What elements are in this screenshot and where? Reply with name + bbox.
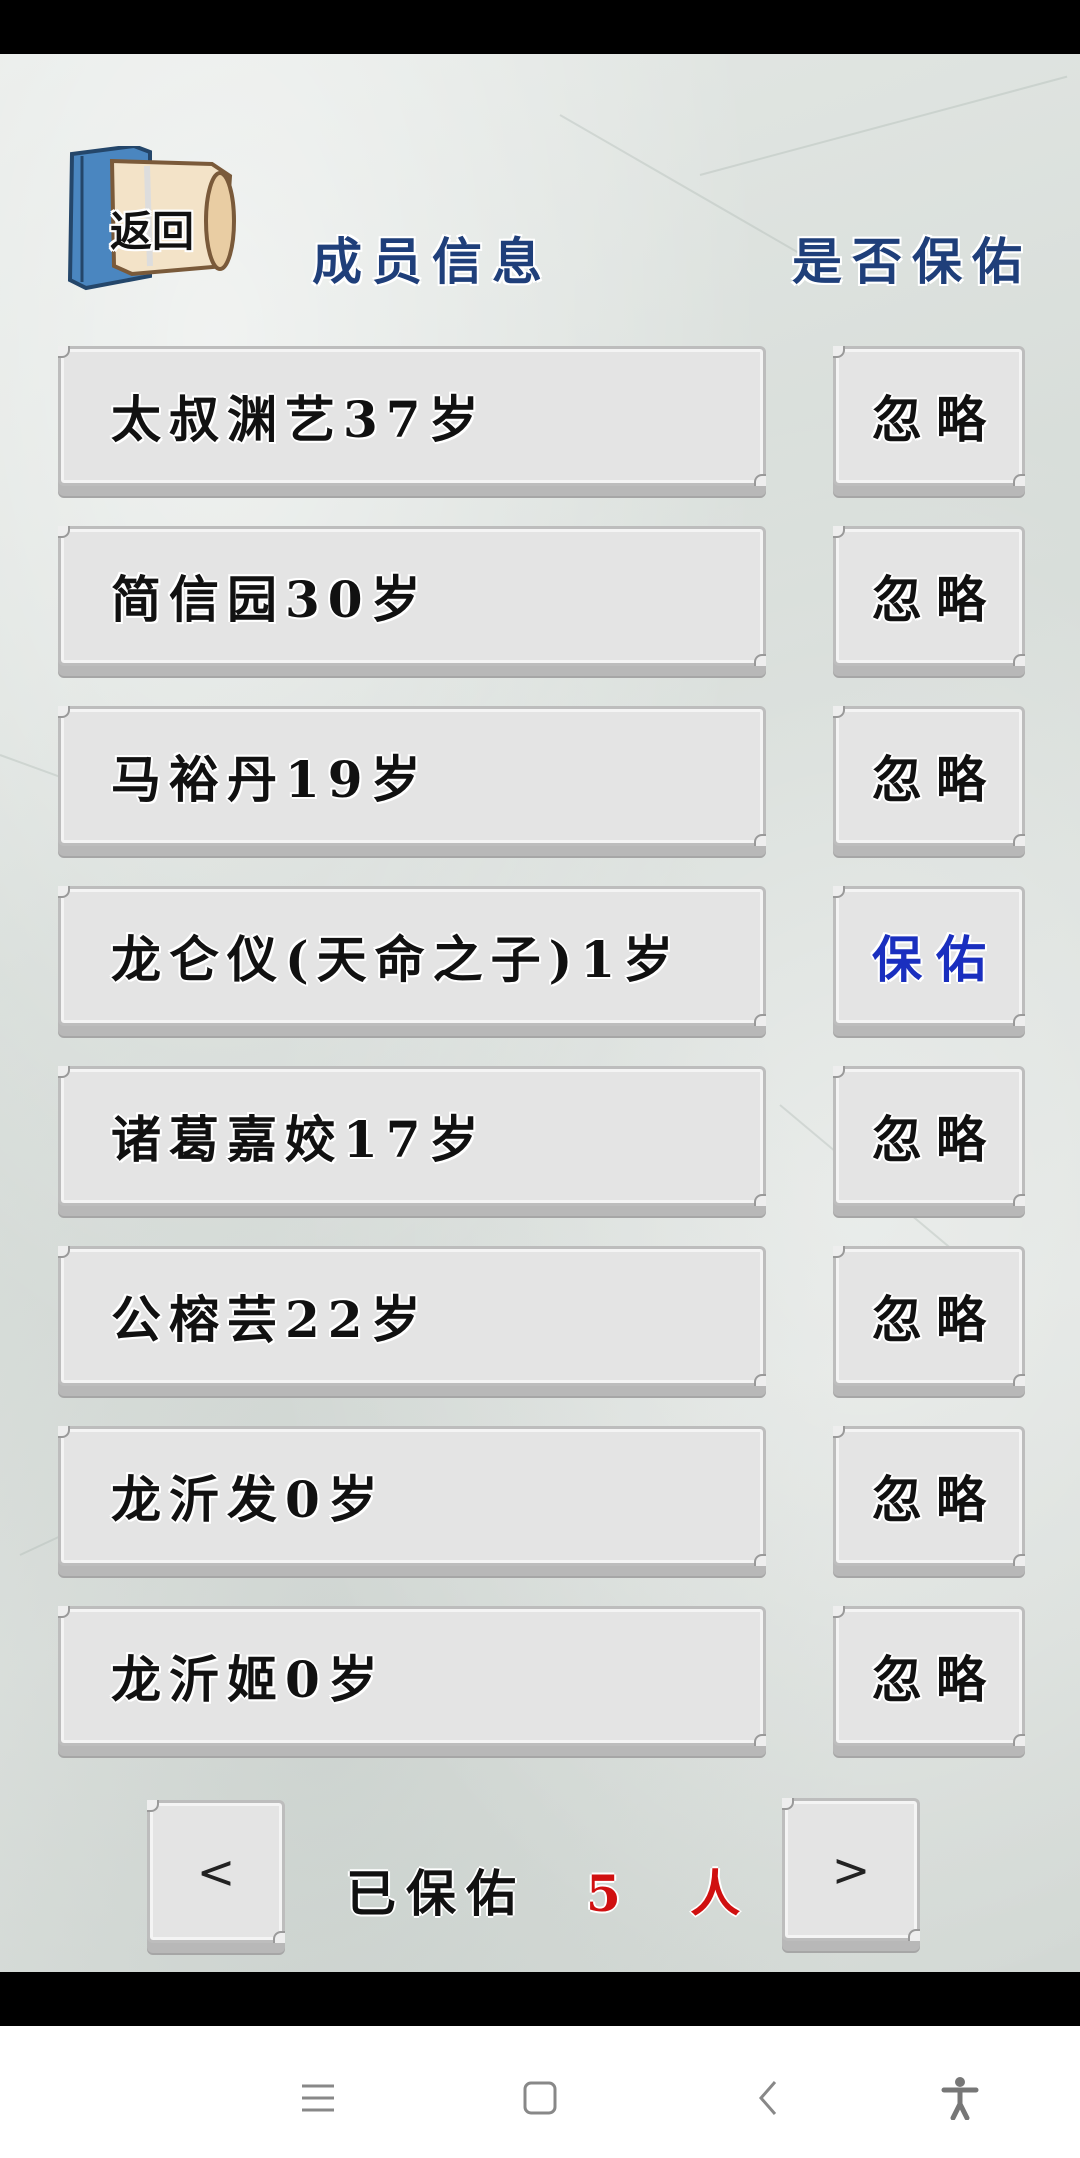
- ignore-button[interactable]: 忽略: [833, 346, 1025, 486]
- member-row[interactable]: 公榕芸22岁: [58, 1246, 766, 1386]
- member-row[interactable]: 龙沂姬0岁: [58, 1606, 766, 1746]
- member-name: 马裕丹19岁: [111, 750, 429, 809]
- member-row[interactable]: 诸葛嘉姣17岁: [58, 1066, 766, 1206]
- member-name: 公榕芸22岁: [111, 1290, 429, 1349]
- game-screen: 返回 成员信息 是否保佑 太叔渊艺37岁 忽略 简信园30岁 忽略 马裕丹19岁 忽略 龙仑…: [0, 54, 1080, 1972]
- ignore-button[interactable]: 忽略: [833, 1066, 1025, 1206]
- system-nav-bar: [0, 2026, 1080, 2158]
- action-label: 忽略: [872, 750, 1000, 809]
- ignore-button[interactable]: 忽略: [833, 1606, 1025, 1746]
- ignore-button[interactable]: 忽略: [833, 1246, 1025, 1386]
- accessibility-icon[interactable]: [930, 2068, 990, 2128]
- protected-label: 已保佑: [346, 1864, 526, 1923]
- member-name: 太叔渊艺37岁: [111, 390, 487, 449]
- member-info-header: 成员信息: [312, 232, 552, 291]
- member-row[interactable]: 太叔渊艺37岁: [58, 346, 766, 486]
- member-row[interactable]: 龙沂发0岁: [58, 1426, 766, 1566]
- member-row[interactable]: 马裕丹19岁: [58, 706, 766, 846]
- back-button[interactable]: 返回: [52, 146, 242, 291]
- member-name: 龙沂姬0岁: [111, 1650, 386, 1709]
- back-label: 返回: [110, 207, 195, 256]
- status-bar: [0, 0, 1080, 54]
- member-name: 诸葛嘉姣17岁: [111, 1110, 487, 1169]
- member-name: 龙仑仪(天命之子)1岁: [111, 930, 682, 989]
- protect-button[interactable]: 保佑: [833, 886, 1025, 1026]
- member-row[interactable]: 简信园30岁: [58, 526, 766, 666]
- menu-icon[interactable]: [288, 2068, 348, 2128]
- action-label: 忽略: [872, 1290, 1000, 1349]
- home-square-icon[interactable]: [510, 2068, 570, 2128]
- ignore-button[interactable]: 忽略: [833, 1426, 1025, 1566]
- member-name: 龙沂发0岁: [111, 1470, 386, 1529]
- prev-chevron-icon: <: [196, 1844, 236, 1899]
- back-chevron-icon[interactable]: [738, 2068, 798, 2128]
- action-label: 忽略: [872, 570, 1000, 629]
- next-chevron-icon: >: [831, 1842, 871, 1897]
- ignore-button[interactable]: 忽略: [833, 526, 1025, 666]
- member-row[interactable]: 龙仑仪(天命之子)1岁: [58, 886, 766, 1026]
- protect-status-header: 是否保佑: [792, 232, 1032, 291]
- action-label: 忽略: [872, 1650, 1000, 1709]
- member-name: 简信园30岁: [111, 570, 429, 629]
- next-page-button[interactable]: >: [782, 1798, 920, 1941]
- action-label: 忽略: [872, 1110, 1000, 1169]
- action-label: 保佑: [872, 930, 1000, 989]
- prev-page-button[interactable]: <: [147, 1800, 285, 1943]
- action-label: 忽略: [872, 390, 1000, 449]
- action-label: 忽略: [872, 1470, 1000, 1529]
- protected-count: 5 人: [586, 1864, 767, 1923]
- ignore-button[interactable]: 忽略: [833, 706, 1025, 846]
- bottom-black-band: [0, 1972, 1080, 2026]
